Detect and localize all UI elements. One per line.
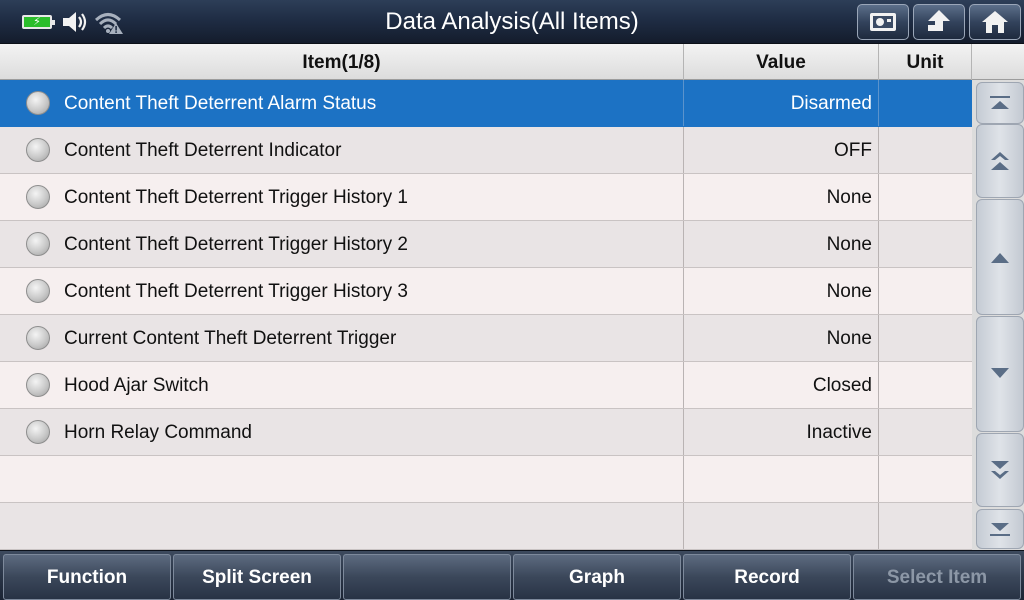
row-value <box>684 456 879 502</box>
column-header-unit: Unit <box>879 44 972 80</box>
row-value: None <box>684 268 879 314</box>
table-row[interactable]: Content Theft Deterrent Trigger History … <box>0 174 972 221</box>
table-row-empty <box>0 503 972 550</box>
table-row[interactable]: Hood Ajar Switch Closed <box>0 362 972 409</box>
row-item-name <box>0 456 684 502</box>
row-item-name: Content Theft Deterrent Trigger History … <box>0 268 684 314</box>
row-unit <box>879 315 972 361</box>
table-body: Content Theft Deterrent Alarm Status Dis… <box>0 80 972 550</box>
row-value: Inactive <box>684 409 879 455</box>
graph-button[interactable]: Graph <box>513 554 681 600</box>
bottom-toolbar: Function Split Screen Graph Record Selec… <box>0 550 1024 600</box>
row-value: OFF <box>684 127 879 173</box>
row-unit <box>879 80 972 126</box>
title-bar: ⚡ Data Analysis(All Items) <box>0 0 1024 44</box>
table-row[interactable]: Content Theft Deterrent Trigger History … <box>0 221 972 268</box>
row-unit <box>879 456 972 502</box>
empty-button[interactable] <box>343 554 511 600</box>
back-arrow-icon <box>928 10 950 31</box>
row-item-name: Hood Ajar Switch <box>0 362 684 408</box>
line-down-icon <box>991 368 1009 378</box>
home-icon <box>982 11 1008 33</box>
back-button[interactable] <box>913 4 965 40</box>
row-item-name: Content Theft Deterrent Trigger History … <box>0 174 684 220</box>
row-value: Closed <box>684 362 879 408</box>
table-row[interactable]: Content Theft Deterrent Indicator OFF <box>0 127 972 174</box>
scroll-bottom-icon <box>990 523 1010 536</box>
scroll-top-icon <box>990 96 1010 109</box>
picture-icon <box>870 13 896 31</box>
row-unit <box>879 409 972 455</box>
column-header-spacer <box>972 44 1024 80</box>
row-value: Disarmed <box>684 80 879 126</box>
row-unit <box>879 268 972 314</box>
row-item-name: Content Theft Deterrent Alarm Status <box>0 80 684 126</box>
screenshot-button[interactable] <box>857 4 909 40</box>
home-button[interactable] <box>969 4 1021 40</box>
row-value: None <box>684 315 879 361</box>
table-row[interactable]: Content Theft Deterrent Alarm Status Dis… <box>0 80 972 127</box>
row-unit <box>879 221 972 267</box>
table-row[interactable]: Content Theft Deterrent Trigger History … <box>0 268 972 315</box>
function-button[interactable]: Function <box>3 554 171 600</box>
record-button[interactable]: Record <box>683 554 851 600</box>
row-unit <box>879 503 972 549</box>
line-up-icon <box>991 253 1009 263</box>
row-item-name: Content Theft Deterrent Trigger History … <box>0 221 684 267</box>
table-row[interactable]: Current Content Theft Deterrent Trigger … <box>0 315 972 362</box>
column-header-value: Value <box>684 44 879 80</box>
data-table: Item(1/8) Value Unit Content Theft Deter… <box>0 44 1024 550</box>
scroll-controls <box>972 80 1024 550</box>
row-unit <box>879 362 972 408</box>
row-value: None <box>684 221 879 267</box>
table-row[interactable]: Horn Relay Command Inactive <box>0 409 972 456</box>
page-down-button[interactable] <box>976 433 1024 507</box>
row-item-name: Horn Relay Command <box>0 409 684 455</box>
line-down-button[interactable] <box>976 316 1024 432</box>
scroll-bottom-button[interactable] <box>976 509 1024 549</box>
row-item-name: Current Content Theft Deterrent Trigger <box>0 315 684 361</box>
split-screen-button[interactable]: Split Screen <box>173 554 341 600</box>
select-item-button[interactable]: Select Item <box>853 554 1021 600</box>
table-row-empty <box>0 456 972 503</box>
page-up-button[interactable] <box>976 124 1024 198</box>
page-down-icon <box>991 461 1009 479</box>
row-item-name: Content Theft Deterrent Indicator <box>0 127 684 173</box>
page-up-icon <box>991 152 1009 170</box>
row-unit <box>879 127 972 173</box>
line-up-button[interactable] <box>976 199 1024 315</box>
scroll-top-button[interactable] <box>976 82 1024 124</box>
row-unit <box>879 174 972 220</box>
table-header: Item(1/8) Value Unit <box>0 44 1024 80</box>
row-value: None <box>684 174 879 220</box>
column-header-item: Item(1/8) <box>0 44 684 80</box>
row-item-name <box>0 503 684 549</box>
row-value <box>684 503 879 549</box>
